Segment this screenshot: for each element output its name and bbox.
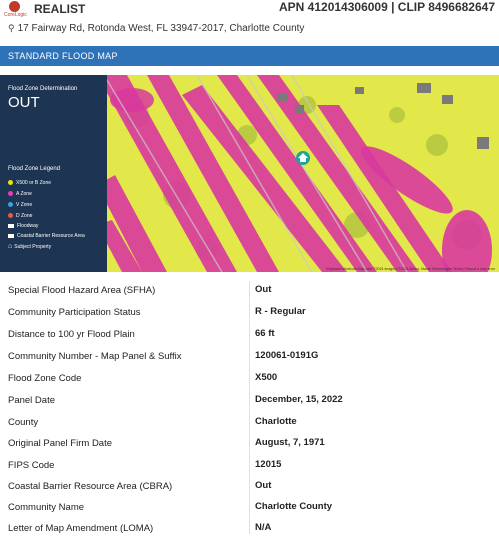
- row-value: X500: [255, 372, 278, 383]
- determination-label: Flood Zone Determination: [8, 86, 78, 92]
- subject-property-marker[interactable]: [296, 151, 310, 165]
- row-value: August, 7, 1971: [255, 437, 325, 448]
- table-row: Community Number - Map Panel & Suffix 120…: [0, 347, 499, 369]
- corelogic-logo: CoreLogic: [4, 1, 27, 19]
- row-label: Flood Zone Code: [8, 373, 82, 384]
- row-value: Charlotte County: [255, 501, 333, 512]
- row-label: Distance to 100 yr Flood Plain: [8, 329, 135, 340]
- cbra-swatch-icon: [8, 233, 14, 238]
- row-label: FIPS Code: [8, 460, 55, 471]
- row-label: Letter of Map Amendment (LOMA): [8, 523, 154, 534]
- row-value: 120061-0191G: [255, 350, 319, 361]
- legend-title: Flood Zone Legend: [8, 166, 61, 172]
- flood-map[interactable]: Flood Zone Determination OUT Flood Zone …: [0, 75, 499, 272]
- table-row: Panel Date December, 15, 2022: [0, 391, 499, 413]
- report-header: CoreLogic REALIST APN 412014306009 | CLI…: [0, 0, 499, 20]
- row-value: December, 15, 2022: [255, 394, 343, 405]
- red-dot-icon: [8, 213, 13, 219]
- pink-dot-icon: [8, 191, 13, 197]
- table-row: Flood Zone Code X500: [0, 369, 499, 391]
- floodway-swatch-icon: [8, 223, 14, 228]
- address-text: 17 Fairway Rd, Rotonda West, FL 33947-20…: [17, 23, 305, 34]
- brand-title: REALIST: [34, 2, 86, 16]
- row-label: Original Panel Firm Date: [8, 438, 113, 449]
- legend-item-a-zone: A Zone: [8, 191, 32, 197]
- table-row: County Charlotte: [0, 413, 499, 435]
- row-label: Special Flood Hazard Area (SFHA): [8, 285, 156, 296]
- map-attribution: Keyboard shortcuts Map data ©2024 Imager…: [326, 267, 495, 271]
- table-row: Community Name Charlotte County: [0, 498, 499, 520]
- row-value: N/A: [255, 522, 272, 533]
- row-value: 12015: [255, 459, 282, 470]
- row-label: County: [8, 417, 39, 428]
- property-address: ⚲ 17 Fairway Rd, Rotonda West, FL 33947-2…: [8, 23, 304, 34]
- row-value: Charlotte: [255, 416, 297, 427]
- row-label: Community Name: [8, 502, 85, 513]
- table-row: Letter of Map Amendment (LOMA) N/A: [0, 519, 499, 541]
- row-label: Community Participation Status: [8, 307, 141, 318]
- logo-text: CoreLogic: [4, 12, 27, 18]
- row-label: Panel Date: [8, 395, 56, 406]
- house-icon: ⌂: [8, 243, 13, 250]
- table-row: FIPS Code 12015: [0, 456, 499, 478]
- section-title: STANDARD FLOOD MAP: [8, 51, 118, 61]
- table-row: Special Flood Hazard Area (SFHA) Out: [0, 281, 499, 303]
- table-row: Community Participation Status R - Regula…: [0, 303, 499, 325]
- zone-a-corner: [110, 88, 154, 112]
- legend-item-subject: ⌂ Subject Property: [8, 243, 52, 250]
- location-pin-icon: ⚲: [8, 23, 15, 33]
- map-canvas[interactable]: Keyboard shortcuts Map data ©2024 Imager…: [107, 75, 499, 272]
- table-row: Original Panel Firm Date August, 7, 1971: [0, 434, 499, 456]
- determination-value: OUT: [8, 94, 40, 111]
- map-info-panel: Flood Zone Determination OUT Flood Zone …: [0, 75, 107, 272]
- blue-dot-icon: [8, 202, 13, 208]
- legend-item-x500: X500 or B Zone: [8, 180, 51, 186]
- yellow-dot-icon: [8, 180, 13, 186]
- row-value: R - Regular: [255, 306, 306, 317]
- row-value: Out: [255, 480, 272, 491]
- apn-clip-number: APN 412014306009 | CLIP 8496682647: [279, 0, 495, 14]
- section-title-bar: STANDARD FLOOD MAP: [0, 46, 499, 66]
- logo-mark-icon: [9, 1, 20, 12]
- row-label: Coastal Barrier Resource Area (CBRA): [8, 481, 173, 492]
- table-row: Coastal Barrier Resource Area (CBRA) Out: [0, 477, 499, 499]
- row-label: Community Number - Map Panel & Suffix: [8, 351, 182, 362]
- legend-item-d-zone: D Zone: [8, 213, 32, 219]
- legend-item-cbra: Coastal Barrier Resource Area: [8, 233, 85, 239]
- legend-item-v-zone: V Zone: [8, 202, 32, 208]
- flood-zone-map-svg: [107, 75, 499, 272]
- table-row: Distance to 100 yr Flood Plain 66 ft: [0, 325, 499, 347]
- row-value: Out: [255, 284, 272, 295]
- row-value: 66 ft: [255, 328, 275, 339]
- legend-item-floodway: Floodway: [8, 223, 38, 229]
